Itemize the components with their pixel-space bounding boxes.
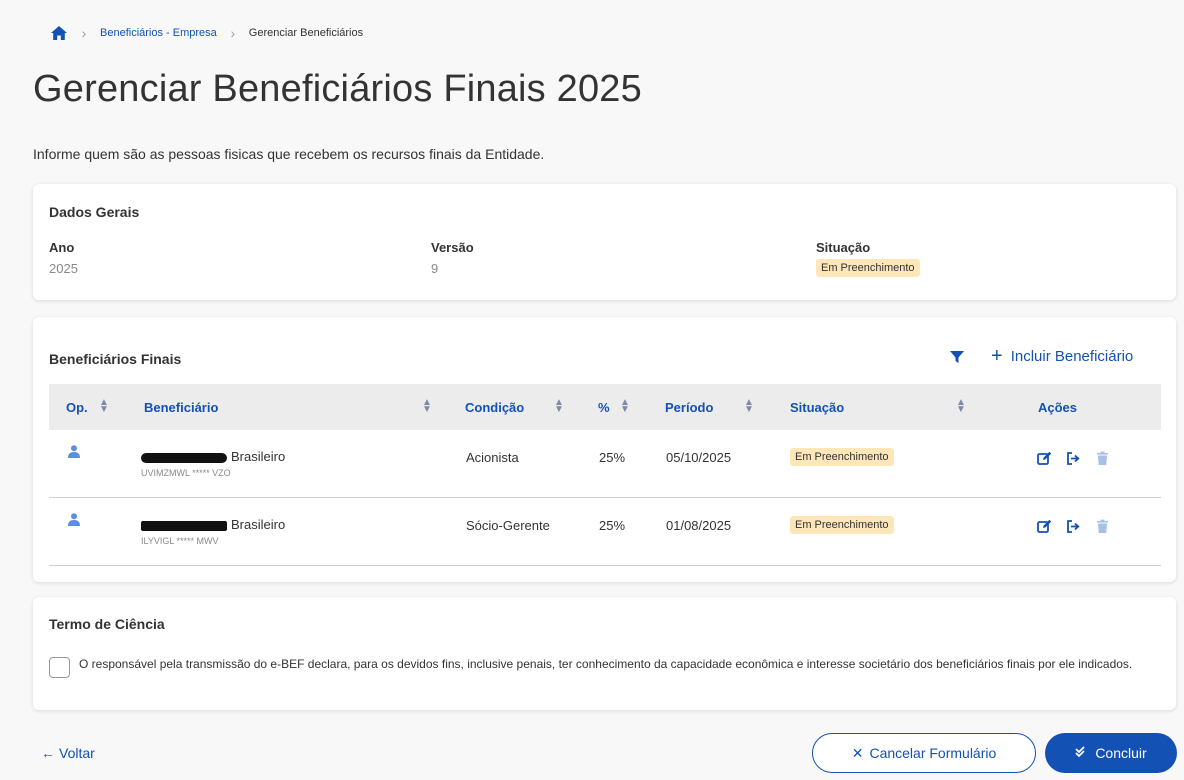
termo-text: O responsável pela transmissão do e-BEF … [79,657,1133,671]
nacionalidade: Brasileiro [231,449,286,464]
condicao-cell: Sócio-Gerente [466,518,550,533]
termo-ciencia-card: Termo de Ciência O responsável pela tran… [33,597,1176,710]
beneficiario-nome: ILYVIGL ***** MWV [141,536,219,546]
beneficiarios-table: Op. ▲ ▼ Beneficiário ▲ ▼ Condição ▲ ▼ % ▲ ▼ … [49,384,1161,566]
concluir-label: Concluir [1095,745,1147,761]
percentual-cell: 25% [599,518,626,533]
condicao-cell: Acionista [466,450,519,465]
beneficiarios-title: Beneficiários Finais [49,351,182,367]
redacted-document [141,520,227,531]
column-op[interactable]: Op. [66,400,88,415]
column-condicao[interactable]: Condição [465,400,524,415]
cancel-label: Cancelar Formulário [869,745,997,761]
table-row: Brasileiro UVIMZMWL ***** VZO Acionista … [49,430,1161,498]
plus-icon: + [991,345,1003,367]
termo-title: Termo de Ciência [49,616,165,632]
situacao-field: Situação Em Preenchimento [816,240,920,277]
edit-icon[interactable] [1037,519,1052,534]
ano-value: 2025 [49,261,78,276]
table-header: Op. ▲ ▼ Beneficiário ▲ ▼ Condição ▲ ▼ % ▲ ▼ … [49,384,1161,430]
filter-icon[interactable] [950,350,964,364]
redacted-document [141,452,227,463]
voltar-label: Voltar [59,745,95,761]
situacao-cell: Em Preenchimento [790,516,894,534]
trash-icon[interactable] [1095,519,1110,534]
sort-icon[interactable]: ▲ ▼ [99,398,109,415]
versao-label: Versão [431,240,474,255]
sort-icon[interactable]: ▲ ▼ [744,398,754,415]
sort-icon[interactable]: ▲ ▼ [422,398,432,415]
beneficiario-cell: Brasileiro UVIMZMWL ***** VZO [141,449,285,478]
add-beneficiario-button[interactable]: + Incluir Beneficiário [991,345,1134,367]
chevron-right-icon: › [81,25,87,41]
sort-icon[interactable]: ▲ ▼ [956,398,966,415]
beneficiario-cell: Brasileiro ILYVIGL ***** MWV [141,517,285,546]
nacionalidade: Brasileiro [231,517,286,532]
situacao-label: Situação [816,240,871,255]
beneficiario-nome: UVIMZMWL ***** VZO [141,468,231,478]
column-periodo[interactable]: Período [665,400,713,415]
periodo-cell: 05/10/2025 [666,450,732,465]
status-badge: Em Preenchimento [790,516,894,534]
breadcrumb-current: Gerenciar Beneficiários [248,27,364,39]
termo-checkbox[interactable] [49,657,70,678]
home-icon[interactable] [50,25,68,41]
versao-field: Versão 9 [431,240,474,276]
transfer-icon[interactable] [1066,519,1081,534]
arrow-left-icon: ← [41,745,55,761]
close-icon: ✕ [851,744,864,761]
breadcrumb: › Beneficiários - Empresa › Gerenciar Be… [50,24,363,42]
dados-gerais-title: Dados Gerais [49,204,140,220]
edit-icon[interactable] [1037,451,1052,466]
page-title: Gerenciar Beneficiários Finais 2025 [33,68,642,110]
trash-icon[interactable] [1095,451,1110,466]
dados-gerais-card: Dados Gerais Ano 2025 Versão 9 Situação … [33,184,1176,300]
column-acoes: Ações [1038,400,1078,415]
chevron-right-icon: › [230,25,236,41]
column-beneficiario[interactable]: Beneficiário [144,400,218,415]
row-actions [1037,519,1110,534]
breadcrumb-link-beneficiarios-empresa[interactable]: Beneficiários - Empresa [100,27,217,39]
versao-value: 9 [431,261,439,276]
column-situacao[interactable]: Situação [790,400,844,415]
beneficiarios-card: Beneficiários Finais + Incluir Beneficiá… [33,317,1176,582]
double-check-icon [1075,745,1089,761]
add-beneficiario-label: Incluir Beneficiário [1010,347,1134,365]
status-badge: Em Preenchimento [816,259,920,277]
cancelar-formulario-button[interactable]: ✕ Cancelar Formulário [812,733,1036,773]
concluir-button[interactable]: Concluir [1045,733,1177,773]
situacao-cell: Em Preenchimento [790,448,894,466]
person-icon [68,445,80,458]
voltar-link[interactable]: ← Voltar [41,745,95,761]
column-percentual[interactable]: % [598,400,610,415]
ano-label: Ano [49,240,75,255]
page-description: Informe quem são as pessoas fisicas que … [33,146,545,162]
periodo-cell: 01/08/2025 [666,518,732,533]
row-actions [1037,451,1110,466]
ano-field: Ano 2025 [49,240,78,276]
transfer-icon[interactable] [1066,451,1081,466]
sort-icon[interactable]: ▲ ▼ [620,398,630,415]
sort-icon[interactable]: ▲ ▼ [554,398,564,415]
person-icon [68,513,80,526]
status-badge: Em Preenchimento [790,448,894,466]
percentual-cell: 25% [599,450,626,465]
table-row: Brasileiro ILYVIGL ***** MWV Sócio-Geren… [49,498,1161,566]
